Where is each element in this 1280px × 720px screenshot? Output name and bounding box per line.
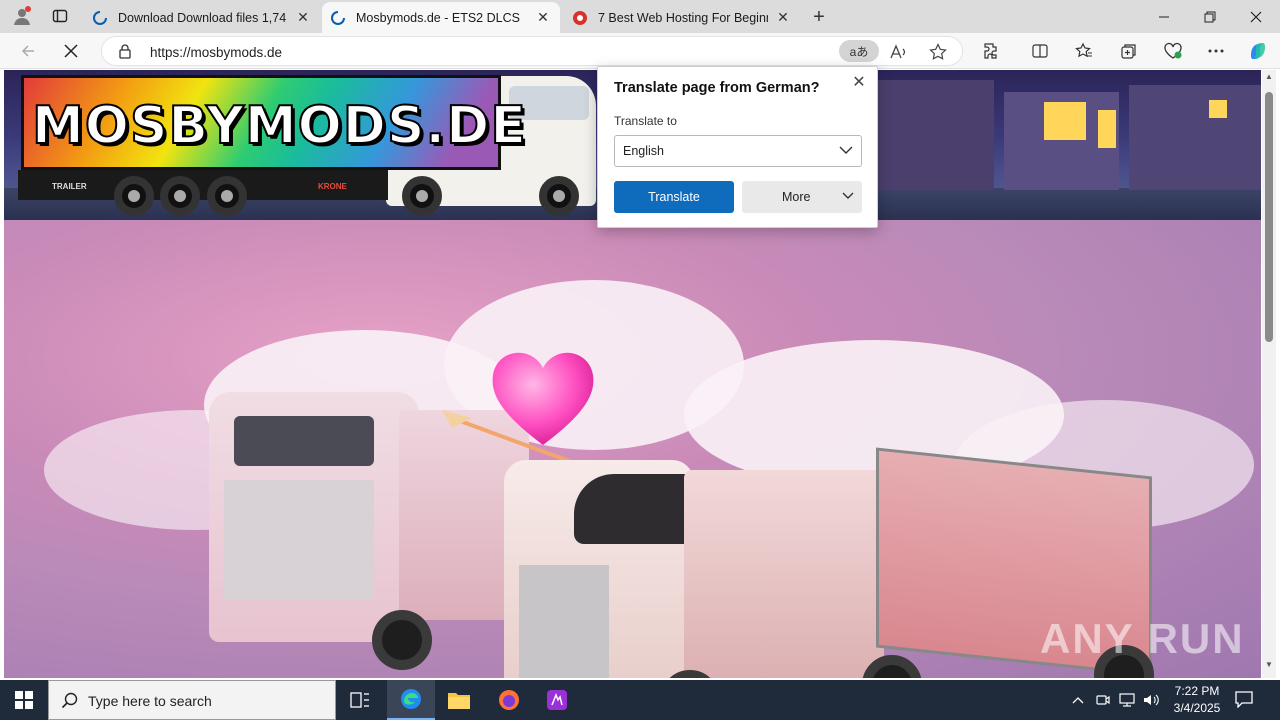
scroll-thumb[interactable] (1265, 92, 1273, 342)
scroll-up-arrow-icon[interactable]: ▲ (1264, 72, 1274, 82)
file-explorer-icon (448, 693, 470, 709)
read-aloud-icon[interactable] (888, 41, 910, 63)
task-view-button[interactable] (336, 680, 384, 720)
truck-grille (224, 480, 374, 600)
app-icon (547, 690, 567, 710)
anyrun-watermark: ANY RUN (1040, 615, 1245, 662)
edge-icon (401, 689, 421, 709)
copilot-icon[interactable] (1244, 37, 1272, 65)
notification-center-icon[interactable] (1234, 690, 1258, 710)
profile-icon[interactable] (8, 3, 36, 29)
volume-icon[interactable] (1143, 692, 1159, 708)
extensions-icon[interactable] (978, 37, 1006, 65)
windows-logo-icon (15, 691, 33, 709)
collections-icon[interactable] (1115, 37, 1143, 65)
taskbar-app-button[interactable] (533, 680, 581, 720)
truck-wheel (539, 176, 579, 216)
trailer-wheel (207, 176, 247, 216)
translate-to-label: Translate to (614, 114, 677, 128)
tab-title: Mosbymods.de - ETS2 DLCS (356, 10, 520, 25)
trailer-wheel (114, 176, 154, 216)
edge-loading-icon (92, 10, 108, 26)
minimize-button[interactable] (1141, 0, 1187, 33)
browser-essentials-icon[interactable] (1159, 37, 1187, 65)
truck-wheel (372, 610, 432, 670)
popup-title: Translate page from German? (614, 80, 820, 96)
lock-icon[interactable] (118, 43, 132, 62)
address-bar[interactable]: https://mosbymods.de aあ (101, 36, 963, 66)
edge-loading-icon (330, 10, 346, 26)
banner-lit-window (1044, 102, 1086, 140)
selected-language: English (623, 144, 664, 158)
more-button[interactable]: More (742, 181, 862, 213)
close-tab-icon[interactable]: ✕ (534, 9, 552, 27)
tab-actions-icon[interactable] (46, 3, 74, 29)
favorite-star-icon[interactable] (927, 41, 949, 63)
show-hidden-icons-icon[interactable] (1070, 692, 1086, 708)
firefox-icon (499, 690, 519, 710)
banner-lit-window (1098, 110, 1116, 148)
close-icon[interactable]: ✕ (850, 73, 868, 91)
stop-loading-button[interactable] (57, 37, 85, 65)
meet-now-icon[interactable] (1095, 692, 1111, 708)
close-window-button[interactable] (1233, 0, 1279, 33)
url-text[interactable]: https://mosbymods.de (150, 45, 282, 60)
browser-toolbar: https://mosbymods.de aあ (0, 33, 1280, 69)
restore-button[interactable] (1187, 0, 1233, 33)
close-tab-icon[interactable]: ✕ (774, 9, 792, 27)
truck-side (684, 470, 884, 678)
language-select[interactable]: English (614, 135, 862, 167)
truck-wheel (402, 176, 442, 216)
search-placeholder: Type here to search (88, 693, 212, 709)
translate-icon[interactable]: aあ (839, 40, 879, 62)
scroll-down-arrow-icon[interactable]: ▼ (1264, 660, 1274, 670)
more-button-label: More (782, 190, 811, 204)
start-button[interactable] (0, 680, 48, 720)
taskbar-search-box[interactable]: Type here to search (48, 680, 336, 720)
windows-taskbar: Type here to search 7:22 PM 3/4/2025 (0, 680, 1280, 720)
taskbar-explorer-button[interactable] (435, 680, 483, 720)
trailer-brand: KRONE (318, 182, 347, 191)
taskbar-clock[interactable]: 7:22 PM 3/4/2025 (1164, 683, 1230, 717)
translate-popup: Translate page from German? ✕ Translate … (597, 66, 878, 228)
truck-windshield (234, 416, 374, 466)
chevron-down-icon (839, 146, 853, 154)
new-tab-button[interactable]: + (806, 4, 832, 30)
banner-trailer-chassis: TRAILER KRONE (18, 170, 388, 200)
close-tab-icon[interactable]: ✕ (294, 9, 312, 27)
truck-grille (519, 565, 609, 678)
search-icon (61, 692, 78, 709)
task-view-icon (350, 692, 369, 708)
tab-web-hosting[interactable]: 7 Best Web Hosting For Beginners ✕ (564, 2, 800, 33)
trailer-wheel (160, 176, 200, 216)
favorites-icon[interactable] (1070, 37, 1098, 65)
page-scrollbar[interactable]: ▲ ▼ (1262, 70, 1276, 678)
tab-download[interactable]: Download Download files 1,74 GB ✕ (84, 2, 320, 33)
split-screen-icon[interactable] (1026, 37, 1054, 65)
site-logo[interactable]: MOSBYMODS.DE (21, 75, 527, 170)
network-icon[interactable] (1119, 692, 1135, 708)
trailer-badge: TRAILER (52, 182, 87, 191)
clock-date: 3/4/2025 (1173, 701, 1221, 715)
logo-text: MOSBYMODS.DE (31, 95, 527, 157)
translate-button[interactable]: Translate (614, 181, 734, 213)
banner-lit-window (1209, 100, 1227, 118)
tab-mosbymods[interactable]: Mosbymods.de - ETS2 DLCS ✕ (322, 2, 560, 33)
tab-strip: Download Download files 1,74 GB ✕ Mosbym… (0, 0, 1280, 33)
banner-house (874, 80, 994, 190)
chevron-down-icon (842, 192, 854, 199)
tab-title: 7 Best Web Hosting For Beginners (598, 10, 768, 25)
settings-more-icon[interactable] (1202, 37, 1230, 65)
clock-time: 7:22 PM (1174, 684, 1220, 698)
taskbar-edge-button[interactable] (387, 680, 435, 720)
tab-title: Download Download files 1,74 GB (118, 10, 288, 25)
site-favicon-icon (572, 10, 588, 26)
back-button[interactable] (14, 37, 42, 65)
taskbar-firefox-button[interactable] (485, 680, 533, 720)
banner-house (1129, 85, 1261, 190)
